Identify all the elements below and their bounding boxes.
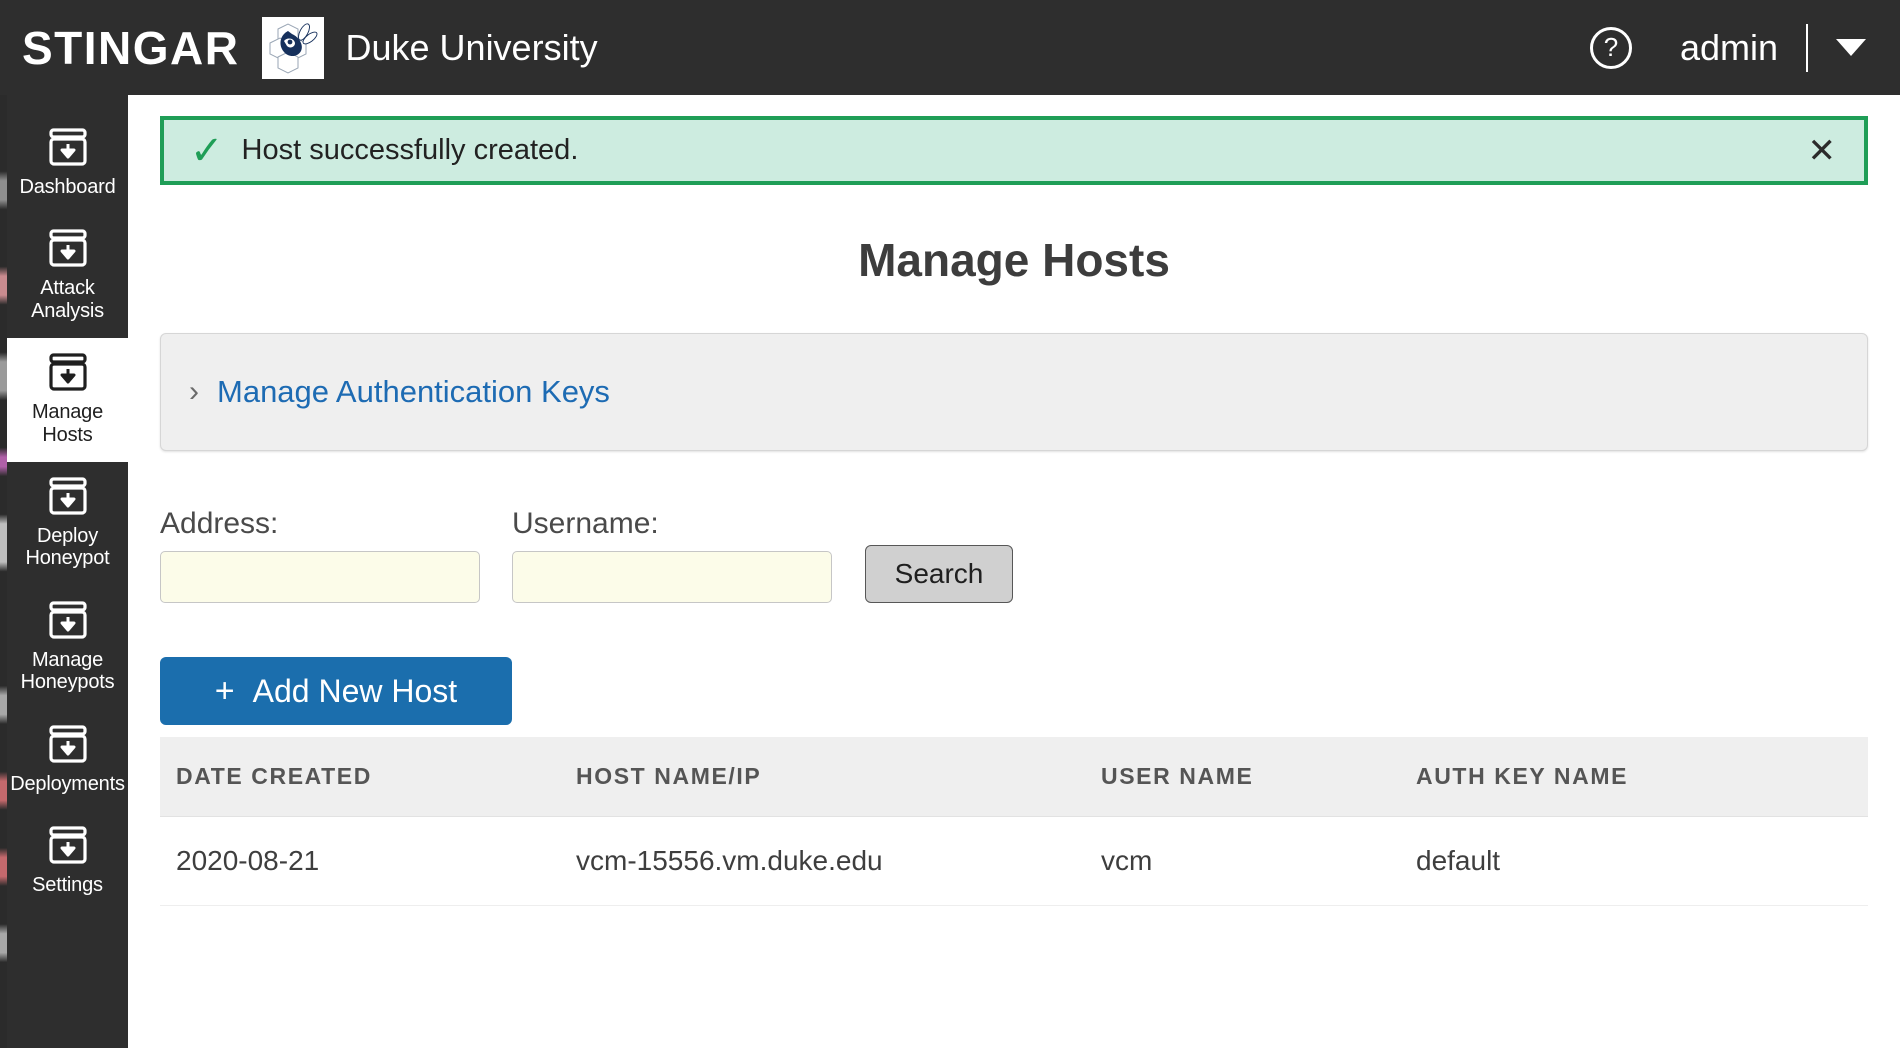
sidebar-item-dashboard[interactable]: Dashboard	[7, 113, 128, 214]
sidebar-label-dashboard: Dashboard	[19, 176, 116, 198]
username-input[interactable]	[512, 551, 832, 603]
sidebar-item-manage-hosts[interactable]: Manage Hosts	[7, 338, 128, 462]
add-new-host-label: Add New Host	[252, 672, 458, 709]
sidebar-label-manage-honeypots: Manage Honeypots	[20, 648, 115, 694]
address-input[interactable]	[160, 551, 480, 603]
address-field-group: Address:	[160, 507, 480, 603]
table-header-row: DATE CREATED HOST NAME/IP USER NAME AUTH…	[160, 737, 1868, 817]
username-label: Username:	[512, 507, 659, 540]
question-circle-icon[interactable]: ?	[1589, 26, 1632, 69]
hosts-table-head: DATE CREATED HOST NAME/IP USER NAME AUTH…	[160, 737, 1868, 817]
stingar-logo-text: STINGAR	[22, 21, 240, 74]
main-content: ✓ Host successfully created. ✕ Manage Ho…	[128, 95, 1900, 1048]
sidebar-label-attack-analysis: Attack Analysis	[31, 277, 104, 322]
column-header-user-name: USER NAME	[1085, 737, 1400, 817]
search-button[interactable]: Search	[865, 545, 1013, 603]
cell-auth-key-name: default	[1400, 816, 1868, 906]
archive-download-icon	[47, 352, 89, 392]
table-row[interactable]: 2020-08-21 vcm-15556.vm.duke.edu vcm def…	[160, 816, 1868, 906]
user-menu-label[interactable]: admin	[1680, 27, 1778, 69]
manage-auth-keys-link[interactable]: Manage Authentication Keys	[217, 374, 610, 410]
sidebar-item-settings[interactable]: Settings	[7, 811, 128, 912]
hosts-table-body: 2020-08-21 vcm-15556.vm.duke.edu vcm def…	[160, 816, 1868, 906]
window-edge-artifact	[0, 95, 7, 1048]
sidebar-label-settings: Settings	[32, 873, 103, 896]
cell-user-name: vcm	[1085, 816, 1400, 906]
manage-auth-keys-accordion[interactable]: › Manage Authentication Keys	[160, 333, 1868, 451]
hosts-table-wrapper: DATE CREATED HOST NAME/IP USER NAME AUTH…	[160, 737, 1868, 906]
sidebar-label-manage-hosts: Manage Hosts	[31, 401, 104, 446]
sidebar-item-manage-honeypots[interactable]: Manage Honeypots	[7, 586, 128, 710]
page-title: Manage Hosts	[858, 234, 1170, 286]
cell-host-name-ip: vcm-15556.vm.duke.edu	[560, 816, 1085, 906]
username-field-group: Username:	[512, 507, 832, 603]
chevron-right-icon: ›	[189, 375, 199, 408]
sidebar-label-deploy-honeypot: Deploy Honeypot	[25, 524, 110, 570]
archive-download-icon	[47, 825, 89, 865]
address-label: Address:	[160, 507, 279, 540]
sidebar-item-deployments[interactable]: Deployments	[7, 710, 128, 811]
archive-download-icon	[47, 476, 89, 516]
success-alert: ✓ Host successfully created. ✕	[160, 116, 1868, 185]
hosts-table: DATE CREATED HOST NAME/IP USER NAME AUTH…	[160, 737, 1868, 906]
check-icon: ✓	[190, 128, 224, 173]
main-sidebar: Dashboard Attack Analysis Manage Hosts D…	[7, 95, 128, 1048]
column-header-auth-key-name: AUTH KEY NAME	[1400, 737, 1868, 817]
top-header-bar: STINGAR Duke University ? admin	[0, 0, 1900, 95]
archive-download-icon	[47, 127, 89, 167]
archive-download-icon	[47, 228, 89, 268]
chevron-down-icon[interactable]	[1836, 39, 1866, 56]
sidebar-label-deployments: Deployments	[10, 772, 125, 795]
header-divider	[1806, 23, 1808, 72]
organization-name: Duke University	[345, 26, 598, 68]
duke-blue-devil-logo	[261, 16, 324, 79]
close-icon[interactable]: ✕	[1802, 134, 1843, 168]
column-header-host-name-ip: HOST NAME/IP	[560, 737, 1085, 817]
add-new-host-button[interactable]: + Add New Host	[160, 657, 512, 725]
alert-message: Host successfully created.	[241, 134, 579, 166]
sidebar-item-attack-analysis[interactable]: Attack Analysis	[7, 214, 128, 338]
cell-date-created: 2020-08-21	[160, 816, 560, 906]
sidebar-item-deploy-honeypot[interactable]: Deploy Honeypot	[7, 462, 128, 586]
brand-area[interactable]: STINGAR Duke University	[0, 0, 598, 95]
header-right-controls: ? admin	[1589, 0, 1900, 95]
column-header-date-created: DATE CREATED	[160, 737, 560, 817]
archive-download-icon	[47, 600, 89, 640]
plus-icon: +	[214, 672, 235, 710]
archive-download-icon	[47, 724, 89, 764]
search-filter-form: Address: Username: Search	[160, 507, 1900, 603]
